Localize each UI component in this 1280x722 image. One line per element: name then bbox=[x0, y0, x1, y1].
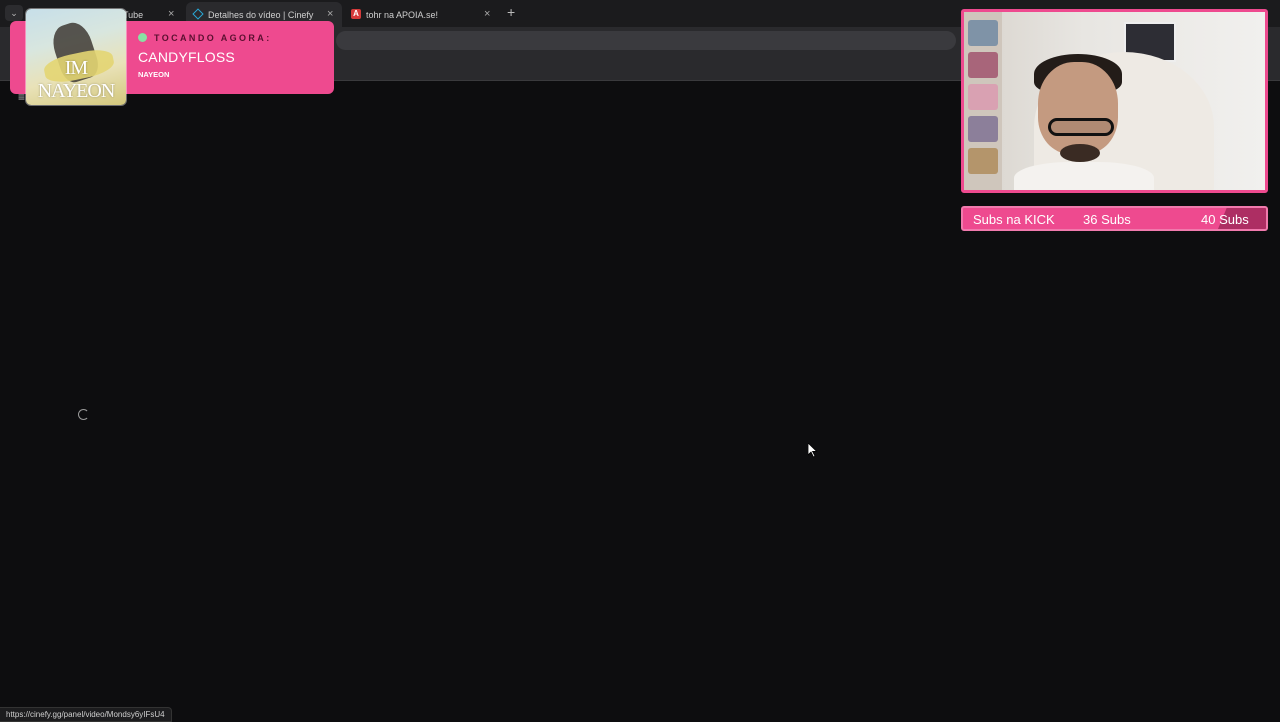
close-icon[interactable]: × bbox=[484, 8, 490, 20]
song-artist: NAYEON bbox=[138, 70, 170, 79]
now-playing-heading: TOCANDO AGORA: bbox=[154, 33, 272, 43]
close-icon[interactable]: × bbox=[168, 8, 174, 20]
album-art-text: IM NAYEON bbox=[37, 57, 116, 102]
subs-goal-count: 40 Subs bbox=[1201, 212, 1249, 227]
subs-current-count: 36 Subs bbox=[1083, 212, 1131, 227]
webcam-feed bbox=[961, 9, 1268, 193]
subs-goal-label: Subs na KICK bbox=[973, 212, 1055, 227]
album-art: IM NAYEON bbox=[26, 9, 126, 105]
cinefy-icon bbox=[192, 8, 204, 20]
tab-label: Detalhes do vídeo | Cinefy bbox=[208, 10, 314, 20]
tab-label: tohr na APOIA.se! bbox=[366, 10, 439, 20]
apoiase-icon: A bbox=[351, 9, 361, 19]
close-icon[interactable]: × bbox=[327, 8, 333, 20]
tab-label: Tube bbox=[123, 10, 144, 20]
subs-goal-bar: Subs na KICK 36 Subs 40 Subs bbox=[961, 206, 1268, 231]
loading-spinner-icon bbox=[78, 409, 89, 420]
spotify-icon bbox=[138, 33, 147, 42]
address-bar[interactable] bbox=[336, 31, 956, 50]
new-tab-button[interactable]: + bbox=[507, 4, 515, 20]
mouse-cursor-icon bbox=[808, 443, 818, 458]
tab-search-button[interactable]: ⌄ bbox=[5, 5, 23, 21]
song-title: CANDYFLOSS bbox=[138, 49, 235, 65]
tab-apoiase[interactable]: A tohr na APOIA.se! × bbox=[344, 2, 500, 27]
